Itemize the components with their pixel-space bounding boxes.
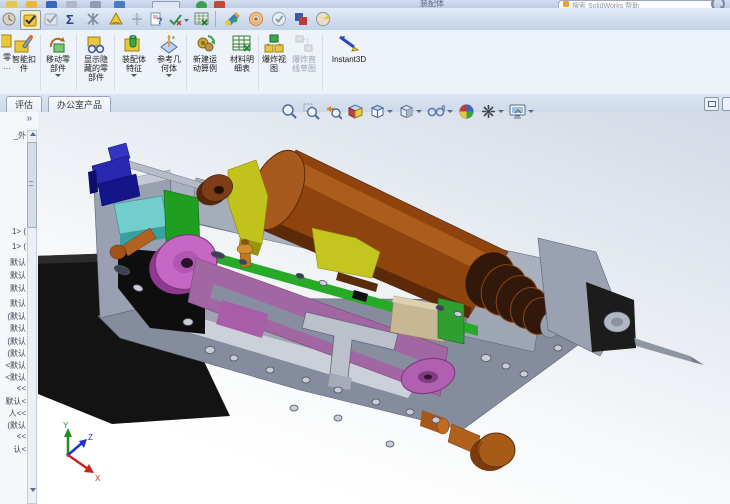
svg-text:Σ: Σ: [66, 12, 74, 27]
model-canvas[interactable]: Y Z X: [38, 112, 730, 504]
smart-fasteners-button[interactable]: 智能扣 件: [8, 32, 40, 92]
exploded-view-button[interactable]: 爆炸视 图: [260, 32, 288, 92]
tree-item[interactable]: 默认<: [5, 396, 26, 407]
svg-text:*: *: [172, 36, 175, 43]
scroll-up-icon[interactable]: [30, 132, 36, 136]
triad-x-label: X: [95, 474, 101, 483]
tab-office-products[interactable]: 办公室产品: [48, 96, 112, 113]
measure-dropdown-icon[interactable]: [183, 10, 191, 28]
tab-evaluate[interactable]: 评估: [6, 96, 43, 113]
scroll-down-icon[interactable]: [30, 488, 36, 492]
motion-rings-icon[interactable]: [246, 10, 265, 28]
tree-item[interactable]: <默认: [5, 372, 26, 383]
assembly-features-button[interactable]: 装配体 特征: [116, 32, 152, 92]
tree-item[interactable]: (默认: [7, 420, 26, 431]
tree-item[interactable]: <<: [17, 384, 26, 393]
search-flag-icon: [563, 1, 569, 7]
instant3d-button[interactable]: Instant3D: [326, 32, 372, 92]
tools-toolbar: Σ ?: [0, 8, 730, 31]
check-circle-icon[interactable]: [269, 10, 288, 28]
dropdown-arrow-icon[interactable]: [55, 74, 61, 77]
design-table-icon[interactable]: [192, 10, 211, 28]
tree-item[interactable]: _外: [14, 130, 26, 141]
alert-cone-icon[interactable]: [106, 10, 125, 28]
ribbon-separator: [114, 34, 115, 90]
render-sphere-icon[interactable]: [313, 10, 332, 28]
tree-item[interactable]: 默认: [10, 257, 26, 268]
feature-manager-panel: » _外 1> ( 1> ( 默认 默认 默认 默认 (默认 默认 (默认 (默…: [0, 112, 39, 504]
orientation-triad: Y Z X: [63, 421, 101, 483]
ribbon-separator: [40, 34, 41, 90]
clock-icon[interactable]: [0, 10, 19, 28]
graphics-viewport[interactable]: Y Z X: [38, 103, 730, 504]
ribbon-separator: [322, 34, 323, 90]
tree-item[interactable]: (默认: [7, 336, 26, 347]
expand-panel-chevron-icon[interactable]: »: [26, 113, 32, 124]
tree-item[interactable]: 默认: [10, 270, 26, 281]
toolbar-separator: [215, 11, 216, 27]
reference-geometry-button[interactable]: * 参考几 何体: [152, 32, 186, 92]
restore-window-button[interactable]: [704, 97, 719, 111]
ribbon-separator: [76, 34, 77, 90]
tree-item[interactable]: <<: [17, 432, 26, 441]
command-manager-ribbon: 零 … 智能扣 件 移动零 部件 显示隐 藏的零 部件 装配体 特征 * 参考几…: [0, 30, 730, 95]
new-motion-study-button[interactable]: 新建运 动算例: [188, 32, 222, 92]
triad-y-label: Y: [63, 421, 69, 430]
edit-appearance-icon[interactable]: [222, 10, 241, 28]
tree-item[interactable]: 默认: [10, 298, 26, 309]
help-document-icon[interactable]: ?: [147, 10, 166, 28]
tree-item[interactable]: 1> (: [12, 242, 26, 251]
dropdown-arrow-icon[interactable]: [131, 74, 137, 77]
bill-of-materials-button[interactable]: 材料明 细表: [225, 32, 259, 92]
solidworks-window: { "window": { "title_fragment": "装配体", "…: [0, 0, 730, 504]
tree-item[interactable]: 1> (: [12, 227, 26, 236]
check-disabled-icon[interactable]: [42, 10, 61, 28]
tree-item[interactable]: (默认: [7, 348, 26, 359]
interference-detection-icon[interactable]: [84, 10, 103, 28]
compare-documents-icon[interactable]: [291, 10, 310, 28]
move-component-button[interactable]: 移动零 部件: [42, 32, 74, 92]
tree-item[interactable]: 人<<: [9, 408, 26, 419]
tree-item[interactable]: (默认: [7, 311, 26, 322]
triad-z-label: Z: [88, 433, 93, 442]
tree-item[interactable]: <默认: [5, 360, 26, 371]
tree-item[interactable]: 默认: [10, 323, 26, 334]
tree-item[interactable]: 认<: [13, 444, 26, 455]
close-window-button-partial[interactable]: [722, 97, 730, 111]
explode-line-sketch-button[interactable]: 爆炸直 线草图: [288, 32, 320, 92]
align-tool-icon[interactable]: [127, 10, 146, 28]
dropdown-arrow-icon[interactable]: [166, 74, 172, 77]
equations-sigma-icon[interactable]: Σ: [62, 10, 81, 28]
svg-text:?: ?: [157, 16, 163, 26]
tree-item[interactable]: 默认: [10, 283, 26, 294]
show-hidden-components-button[interactable]: 显示隐 藏的零 部件: [78, 32, 114, 92]
verification-check-icon[interactable]: [20, 10, 41, 30]
tree-scrollbar-thumb[interactable]: [27, 142, 37, 228]
ribbon-separator: [186, 34, 187, 90]
